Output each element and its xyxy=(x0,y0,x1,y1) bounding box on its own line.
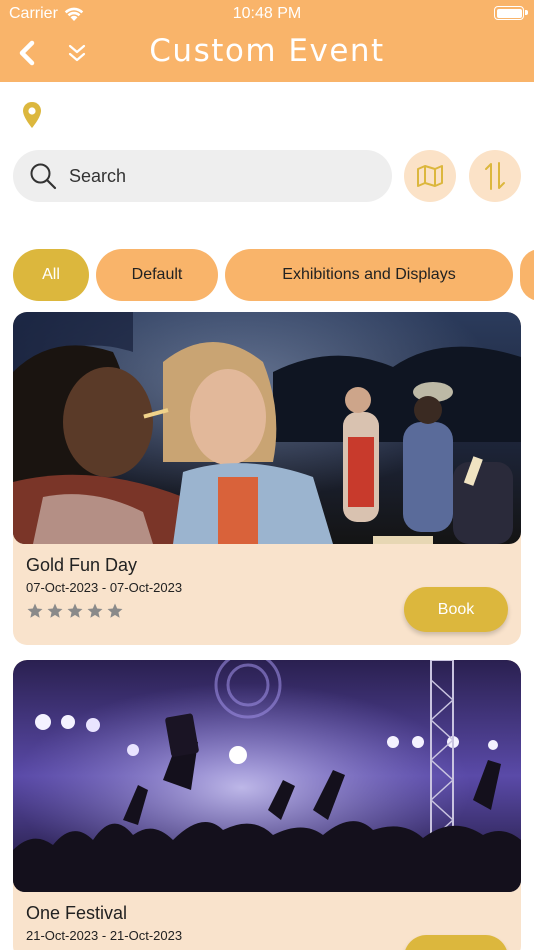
category-chip-more[interactable] xyxy=(520,249,534,301)
map-icon xyxy=(417,165,443,187)
star-icon xyxy=(27,603,43,618)
event-dates: 21-Oct-2023 - 21-Oct-2023 xyxy=(26,928,183,943)
event-name: Gold Fun Day xyxy=(26,555,138,575)
event-photo xyxy=(13,660,521,892)
category-chip-all[interactable]: All xyxy=(13,249,89,301)
star-icon xyxy=(47,603,63,618)
event-dates: 07-Oct-2023 - 07-Oct-2023 xyxy=(26,580,183,595)
app-header: Carrier 10:48 PM Custom Event xyxy=(0,0,534,82)
event-card[interactable]: One Festival 21-Oct-2023 - 21-Oct-2023 B… xyxy=(13,660,521,950)
event-photo xyxy=(13,312,521,544)
search-icon xyxy=(30,163,57,190)
battery-icon xyxy=(494,6,528,20)
book-button[interactable]: Book xyxy=(404,587,508,632)
status-bar: Carrier 10:48 PM xyxy=(0,0,534,28)
star-icon xyxy=(107,603,123,618)
category-chip-exhibitions[interactable]: Exhibitions and Displays xyxy=(225,249,513,301)
status-time: 10:48 PM xyxy=(232,5,302,22)
category-chip-default[interactable]: Default xyxy=(96,249,218,301)
location-pin-icon xyxy=(23,102,41,128)
page-title: Custom Event xyxy=(149,33,385,69)
star-icon xyxy=(87,603,103,618)
star-icon xyxy=(67,603,83,618)
sort-arrows-icon xyxy=(485,162,505,190)
search-bar[interactable] xyxy=(13,150,392,202)
event-card[interactable]: Gold Fun Day 07-Oct-2023 - 07-Oct-2023 B… xyxy=(13,312,521,645)
category-filter: All Default Exhibitions and Displays xyxy=(13,249,534,301)
event-name: One Festival xyxy=(26,903,128,923)
map-view-button[interactable] xyxy=(404,150,456,202)
location-button[interactable] xyxy=(22,101,42,129)
rating-stars xyxy=(26,602,124,620)
sort-button[interactable] xyxy=(469,150,521,202)
book-button[interactable]: Book xyxy=(404,935,508,950)
search-input[interactable] xyxy=(69,165,349,187)
